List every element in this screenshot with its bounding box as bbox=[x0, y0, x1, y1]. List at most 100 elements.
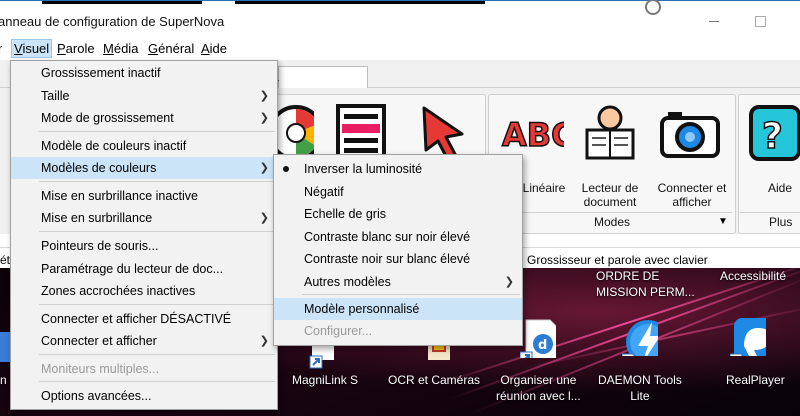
modes-separator bbox=[490, 212, 732, 213]
maximize-icon bbox=[754, 15, 766, 27]
menu-pointeurs-souris[interactable]: Pointeurs de souris... bbox=[11, 235, 277, 257]
menu-item-label: Mise en surbrillance inactive bbox=[41, 189, 199, 203]
tool-connecter-label[interactable]: Connecter et afficher bbox=[652, 181, 732, 209]
maximize-button[interactable] bbox=[745, 9, 775, 33]
menu-separator bbox=[39, 381, 275, 382]
menu-item-label: Options avancées... bbox=[41, 389, 152, 403]
menu-general-rest: énéral bbox=[158, 41, 195, 56]
menu-moniteurs-multiples[interactable]: Moniteurs multiples... bbox=[11, 358, 277, 380]
status-left-fragment: ét bbox=[0, 253, 11, 267]
desktop-label-ordre[interactable]: ORDRE DE MISSION PERM... bbox=[596, 268, 695, 300]
menu-aide-rest: ide bbox=[209, 41, 228, 56]
menu-item-label: Taille bbox=[41, 89, 70, 103]
status-text: Grossisseur et parole avec clavier bbox=[527, 253, 708, 267]
menu-grossissement-inactif[interactable]: Grossissement inactif bbox=[11, 62, 277, 84]
submenu-item-label: Configurer... bbox=[304, 324, 373, 338]
menu-zones-accrochees[interactable]: Zones accrochées inactives bbox=[11, 280, 277, 302]
submenu-modele-personnalise[interactable]: Modèle personnalisé bbox=[274, 298, 522, 320]
menu-separator bbox=[39, 304, 275, 305]
radio-bullet-icon bbox=[283, 166, 289, 172]
submenu-inverser-luminosite[interactable]: Inverser la luminosité bbox=[274, 158, 522, 180]
help-icon[interactable]: ? bbox=[748, 104, 800, 162]
minimize-icon bbox=[709, 20, 719, 22]
menu-parole[interactable]: Parole bbox=[57, 41, 95, 56]
submenu-configurer[interactable]: Configurer... bbox=[274, 320, 522, 342]
submenu-item-label: Contraste blanc sur noir élevé bbox=[304, 230, 471, 244]
menu-taille[interactable]: Taille ❯ bbox=[11, 85, 277, 107]
modes-expand-icon[interactable]: ▼ bbox=[718, 216, 728, 227]
menu-separator bbox=[39, 231, 275, 232]
menu-aide[interactable]: Aide bbox=[201, 41, 227, 56]
desktop-label-magnilink[interactable]: MagniLink S bbox=[292, 372, 358, 388]
desktop-label-realplayer[interactable]: RealPlayer bbox=[726, 372, 785, 388]
menu-item-label: Grossissement inactif bbox=[41, 66, 161, 80]
menu-surbrillance[interactable]: Mise en surbrillance ❯ bbox=[11, 207, 277, 229]
menu-separator bbox=[39, 354, 275, 355]
menu-mode-grossissement[interactable]: Mode de grossissement ❯ bbox=[11, 107, 277, 129]
menu-media-rest: édia bbox=[113, 41, 139, 56]
title-top-marker-2 bbox=[235, 1, 485, 4]
window-title: anneau de configuration de SuperNova bbox=[0, 14, 225, 29]
tool-aide-label[interactable]: Aide bbox=[760, 181, 800, 195]
submenu-echelle-gris[interactable]: Echelle de gris bbox=[274, 203, 522, 225]
menu-modeles-couleurs[interactable]: Modèles de couleurs ❯ bbox=[11, 157, 277, 179]
submenu-arrow-icon: ❯ bbox=[504, 276, 514, 288]
menu-item-label: Mode de grossissement bbox=[41, 111, 174, 125]
desktop-label-daemon[interactable]: DAEMON Tools Lite bbox=[598, 372, 682, 404]
submenu-arrow-icon: ❯ bbox=[259, 112, 269, 124]
submenu-negatif[interactable]: Négatif bbox=[274, 181, 522, 203]
submenu-arrow-icon: ❯ bbox=[259, 335, 269, 347]
minimize-button[interactable] bbox=[699, 9, 729, 33]
submenu-item-label: Autres modèles bbox=[304, 275, 391, 289]
submenu-item-label: Négatif bbox=[304, 185, 344, 199]
submenu-contraste-noir-blanc[interactable]: Contraste noir sur blanc élevé bbox=[274, 248, 522, 270]
desktop-label-ocr[interactable]: OCR et Caméras bbox=[388, 372, 480, 388]
desktop-label-accessibilite[interactable]: Accessibilité bbox=[720, 268, 786, 284]
submenu-arrow-icon: ❯ bbox=[259, 162, 269, 174]
menu-surbrillance-inactive[interactable]: Mise en surbrillance inactive bbox=[11, 185, 277, 207]
resize-handle-icon[interactable] bbox=[645, 0, 661, 15]
menu-item-label: Connecter et afficher DÉSACTIVÉ bbox=[41, 312, 232, 326]
menu-media-mnemonic: M bbox=[103, 41, 114, 56]
submenu-item-label: Modèle personnalisé bbox=[304, 302, 420, 316]
tool-lineaire-label[interactable]: Linéaire bbox=[516, 181, 572, 195]
submenu-contraste-blanc-noir[interactable]: Contraste blanc sur noir élevé bbox=[274, 226, 522, 248]
svg-text:ABC: ABC bbox=[502, 116, 564, 154]
menu-connecter-desactive[interactable]: Connecter et afficher DÉSACTIVÉ bbox=[11, 308, 277, 330]
menu-item-partial[interactable]: r bbox=[0, 41, 2, 56]
menu-connecter-afficher[interactable]: Connecter et afficher ❯ bbox=[11, 330, 277, 352]
document-meeting-icon[interactable]: d bbox=[520, 318, 556, 358]
menu-item-label: Paramétrage du lecteur de doc... bbox=[41, 262, 224, 276]
submenu-autres-modeles[interactable]: Autres modèles ❯ bbox=[274, 271, 522, 293]
realplayer-icon[interactable] bbox=[730, 316, 766, 356]
menu-media[interactable]: Média bbox=[103, 41, 138, 56]
tab-active[interactable] bbox=[278, 66, 368, 88]
menu-modele-couleurs-inactif[interactable]: Modèle de couleurs inactif bbox=[11, 135, 277, 157]
menu-general-mnemonic: G bbox=[148, 41, 159, 56]
menu-item-label: Modèle de couleurs inactif bbox=[41, 139, 187, 153]
desktop-label-organiser[interactable]: Organiser une réunion avec l... bbox=[496, 372, 581, 404]
camera-icon[interactable] bbox=[660, 108, 720, 158]
menu-visuel[interactable]: Visuel bbox=[11, 39, 53, 58]
desktop-left-fragment: n bbox=[0, 373, 7, 387]
tool-lecteur-label[interactable]: Lecteur de document bbox=[574, 181, 646, 209]
menu-item-label: Moniteurs multiples... bbox=[41, 362, 160, 376]
daemon-tools-icon[interactable] bbox=[622, 316, 658, 356]
menu-item-label: Modèles de couleurs bbox=[41, 161, 157, 175]
menu-parametrage-lecteur[interactable]: Paramétrage du lecteur de doc... bbox=[11, 258, 277, 280]
menu-item-label: Connecter et afficher bbox=[41, 334, 157, 348]
title-bar: anneau de configuration de SuperNova bbox=[0, 0, 800, 41]
svg-text:?: ? bbox=[762, 116, 783, 157]
abc-icon[interactable]: ABC bbox=[500, 108, 564, 160]
submenu-item-label: Inverser la luminosité bbox=[304, 162, 423, 176]
newspaper-reader-icon[interactable] bbox=[583, 104, 637, 162]
menu-separator bbox=[39, 131, 275, 132]
menu-aide-mnemonic: A bbox=[201, 41, 210, 56]
menu-visuel-rest: isuel bbox=[22, 41, 50, 56]
submenu-item-label: Contraste noir sur blanc élevé bbox=[304, 252, 471, 266]
menu-separator bbox=[39, 181, 275, 182]
menu-parole-mnemonic: P bbox=[57, 41, 66, 56]
menu-options-avancees[interactable]: Options avancées... bbox=[11, 385, 277, 407]
submenu-item-label: Echelle de gris bbox=[304, 207, 386, 221]
menu-general[interactable]: Général bbox=[148, 41, 194, 56]
